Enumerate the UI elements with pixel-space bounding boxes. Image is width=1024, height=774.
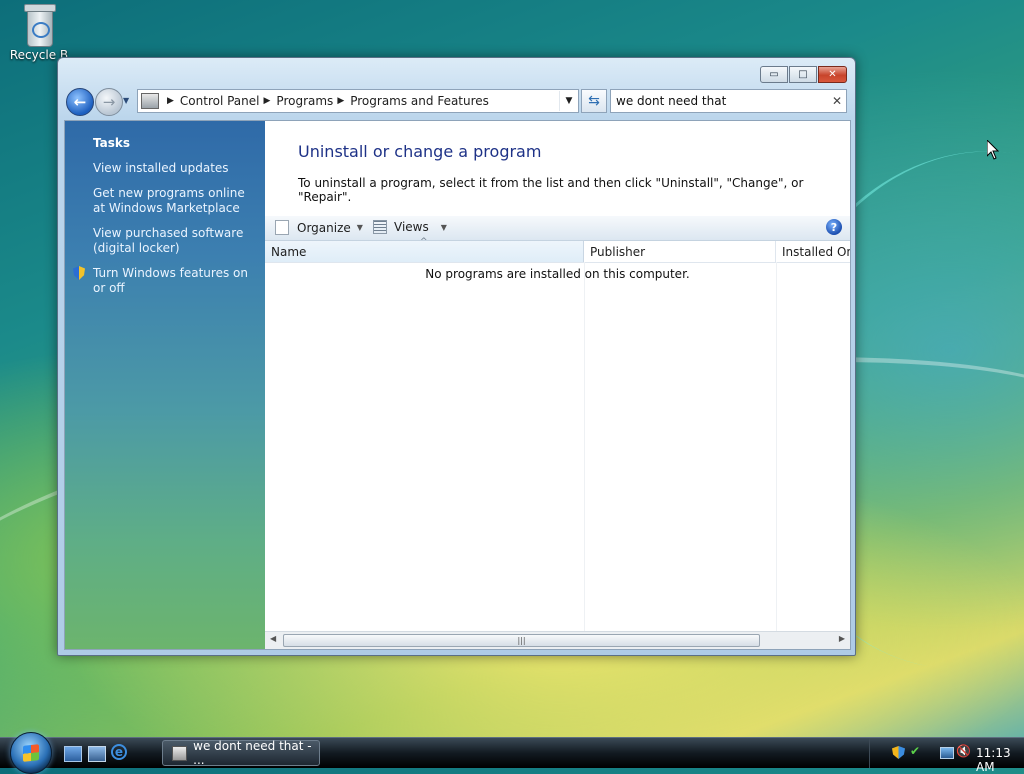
refresh-button[interactable]: ⇆ xyxy=(581,89,607,113)
internet-explorer-icon[interactable]: e xyxy=(111,744,127,760)
views-label: Views xyxy=(394,220,429,234)
column-headers: ^ Name Publisher Installed On xyxy=(265,237,850,263)
empty-list-message: No programs are installed on this comput… xyxy=(425,267,690,281)
help-icon[interactable]: ? xyxy=(826,219,842,235)
horizontal-scrollbar[interactable]: ◀ ||| ▶ xyxy=(265,631,850,649)
column-header-publisher[interactable]: Publisher xyxy=(584,241,776,262)
address-bar[interactable]: ▶ Control Panel ▶ Programs ▶ Programs an… xyxy=(137,89,579,113)
folder-icon xyxy=(141,93,159,109)
column-header-name-label: Name xyxy=(271,244,307,259)
back-button[interactable]: ← xyxy=(66,88,94,116)
main-panel: Uninstall or change a program To uninsta… xyxy=(265,121,850,649)
search-box: ✕ xyxy=(610,89,847,113)
organize-button[interactable]: Organize ▼ xyxy=(275,220,363,235)
security-check-icon[interactable]: ✔ xyxy=(910,744,923,758)
breadcrumb-separator-icon[interactable]: ▶ xyxy=(337,96,344,106)
column-header-installed-on[interactable]: Installed On xyxy=(776,241,850,262)
organize-label: Organize xyxy=(297,220,351,235)
close-button[interactable]: ✕ xyxy=(818,66,847,83)
breadcrumb-separator-icon[interactable]: ▶ xyxy=(167,96,174,106)
navigation-bar: ← → ▼ ▶ Control Panel ▶ Programs ▶ Progr… xyxy=(64,87,849,116)
page-title: Uninstall or change a program xyxy=(298,142,542,161)
back-arrow-icon: ← xyxy=(73,93,87,111)
taskbar-window-button[interactable]: we dont need that - ... xyxy=(162,739,320,767)
recycle-bin[interactable]: Recycle B xyxy=(4,2,74,62)
scroll-right-icon[interactable]: ▶ xyxy=(839,634,845,643)
caption-buttons: ▭ □ ✕ xyxy=(759,66,847,83)
system-tray: ✔ 🔇 11:13 AM xyxy=(869,738,1024,774)
recycle-bin-icon xyxy=(22,2,56,47)
breadcrumb: ▶ Control Panel ▶ Programs ▶ Programs an… xyxy=(163,94,489,108)
refresh-icon: ⇆ xyxy=(588,93,600,109)
chevron-down-icon: ▼ xyxy=(440,222,447,232)
get-new-programs-link[interactable]: Get new programs online at Windows Marke… xyxy=(93,186,258,216)
sort-ascending-icon: ^ xyxy=(420,237,428,247)
search-input[interactable] xyxy=(611,92,828,110)
turn-windows-features-link[interactable]: Turn Windows features on or off xyxy=(93,266,258,296)
taskbar-window-label: we dont need that - ... xyxy=(193,739,312,767)
chevron-down-icon: ▼ xyxy=(356,223,363,232)
scroll-left-icon[interactable]: ◀ xyxy=(270,634,276,643)
window-content: Tasks View installed updates Get new pro… xyxy=(64,120,851,650)
start-orb-icon xyxy=(23,744,39,762)
views-icon xyxy=(373,220,387,234)
breadcrumb-programs-and-features[interactable]: Programs and Features xyxy=(350,94,489,108)
clear-icon[interactable]: ✕ xyxy=(828,94,846,108)
view-purchased-software-link[interactable]: View purchased software (digital locker) xyxy=(93,226,258,256)
minimize-button[interactable]: ▭ xyxy=(760,66,788,83)
column-divider xyxy=(584,262,585,631)
tasks-heading: Tasks xyxy=(93,136,131,150)
task-pane: Tasks View installed updates Get new pro… xyxy=(65,121,265,649)
recent-pages-dropdown[interactable]: ▼ xyxy=(123,96,129,105)
breadcrumb-programs[interactable]: Programs xyxy=(276,94,333,108)
views-button[interactable]: Views ▼ xyxy=(373,220,447,234)
scroll-thumb[interactable]: ||| xyxy=(283,634,760,647)
forward-button[interactable]: → xyxy=(95,88,123,116)
network-icon[interactable] xyxy=(940,747,954,759)
page-description: To uninstall a program, select it from t… xyxy=(298,176,804,204)
view-installed-updates-link[interactable]: View installed updates xyxy=(93,161,258,176)
volume-muted-icon[interactable]: 🔇 xyxy=(956,744,971,758)
switch-windows-icon[interactable] xyxy=(88,746,106,762)
toolbar: Organize ▼ Views ▼ ? xyxy=(265,216,850,241)
breadcrumb-separator-icon[interactable]: ▶ xyxy=(264,96,271,106)
taskbar: e we dont need that - ... ✔ 🔇 11:13 AM xyxy=(0,732,1024,774)
organize-icon xyxy=(275,220,289,235)
forward-arrow-icon: → xyxy=(102,93,116,111)
clock[interactable]: 11:13 AM xyxy=(976,746,1024,774)
address-dropdown-icon[interactable]: ▼ xyxy=(559,91,578,111)
shield-icon xyxy=(73,266,85,280)
security-shield-icon[interactable] xyxy=(892,746,905,759)
folder-icon xyxy=(172,745,188,761)
programs-and-features-window: ▭ □ ✕ ← → ▼ ▶ Control Panel ▶ Programs ▶… xyxy=(57,57,856,656)
breadcrumb-control-panel[interactable]: Control Panel xyxy=(180,94,260,108)
show-desktop-icon[interactable] xyxy=(64,746,82,762)
column-header-name[interactable]: ^ Name xyxy=(265,237,584,262)
column-divider xyxy=(776,262,777,631)
maximize-button[interactable]: □ xyxy=(789,66,817,83)
